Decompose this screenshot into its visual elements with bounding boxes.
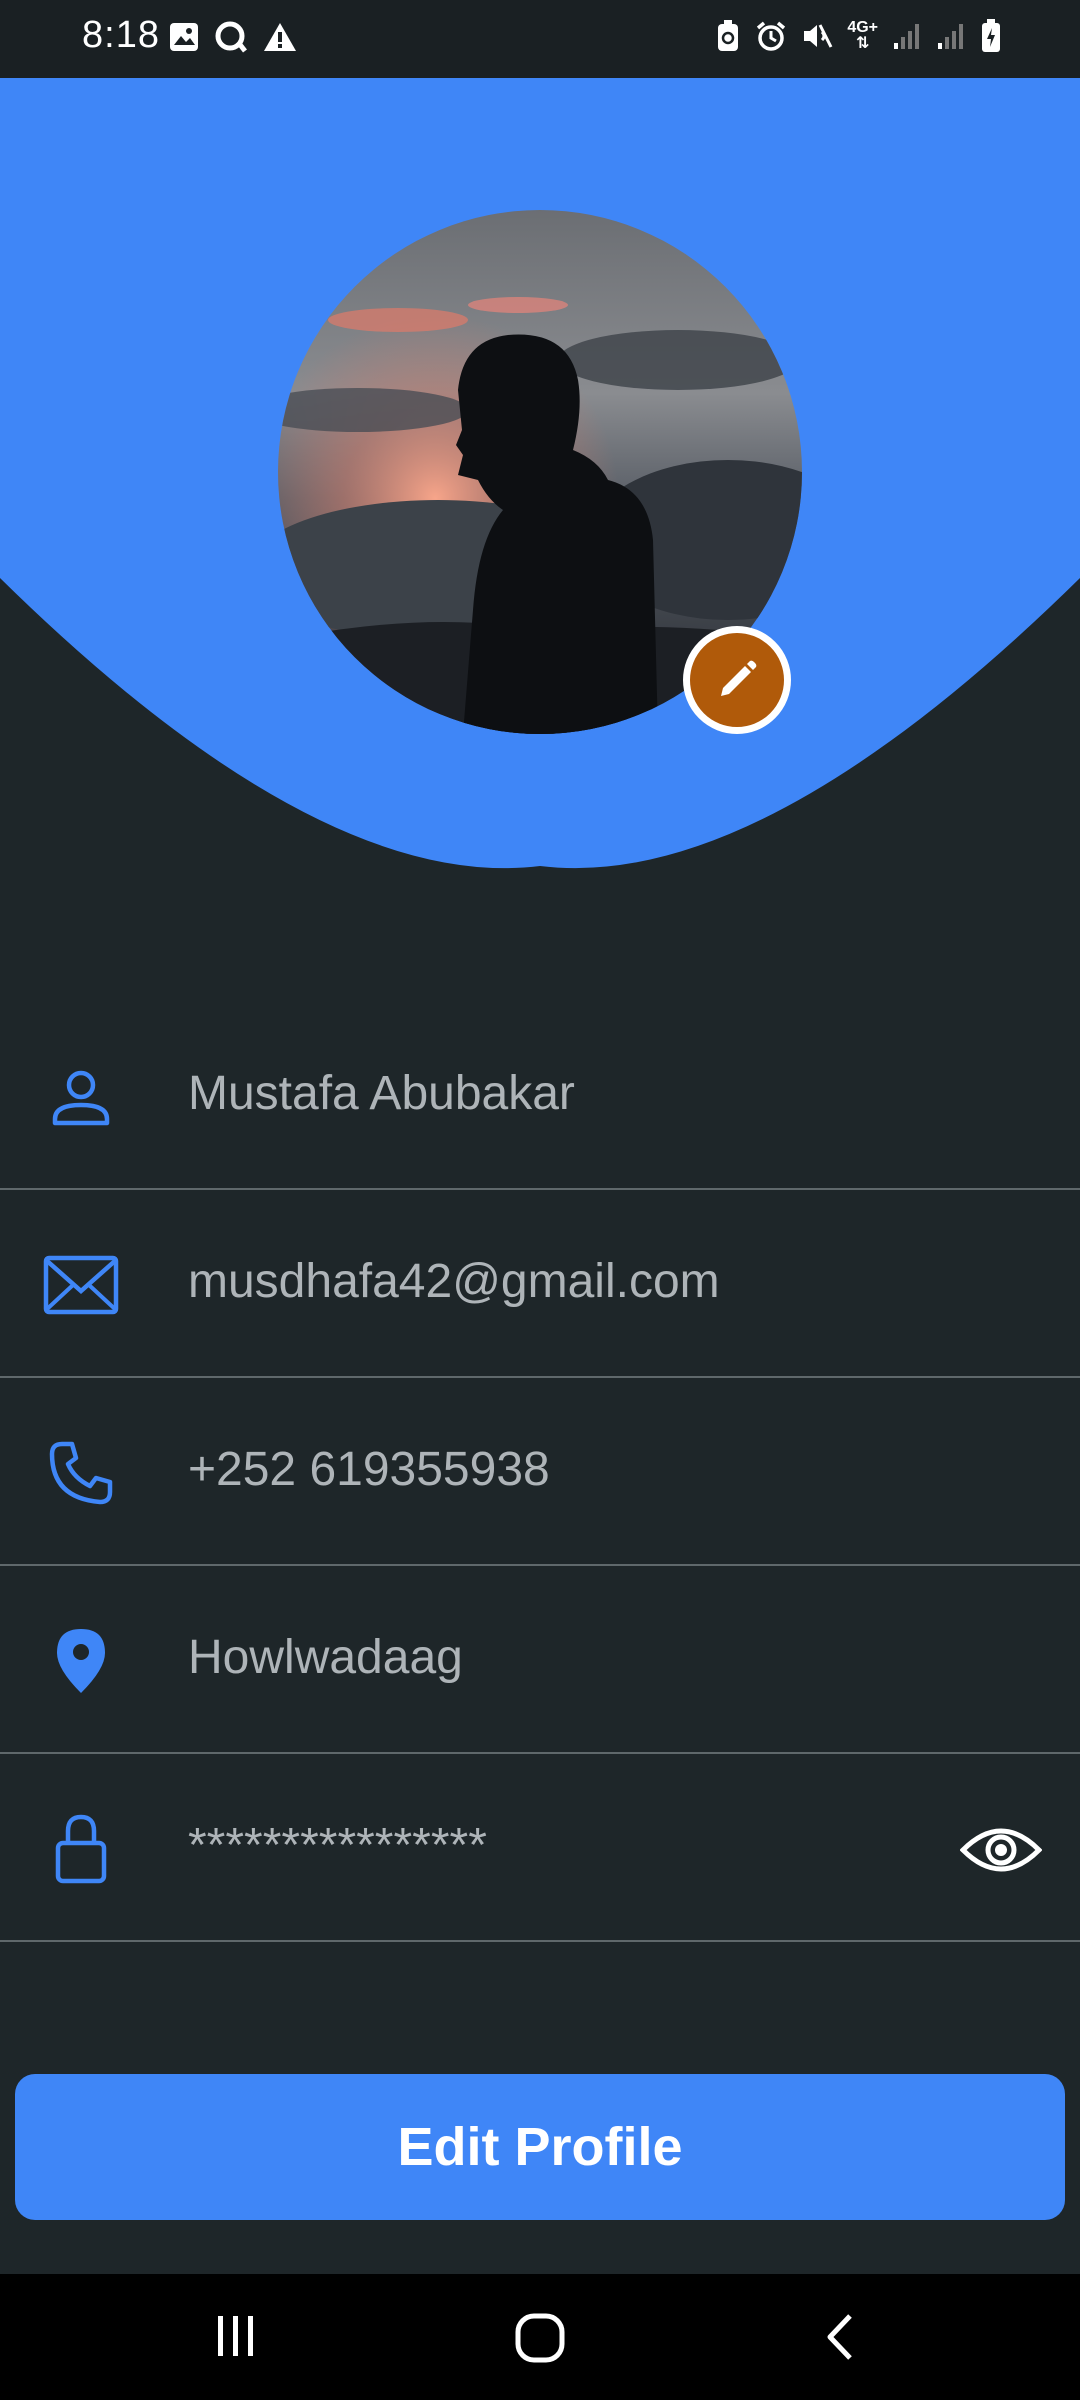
phone-value: +252 619355938 (188, 1443, 550, 1496)
name-value: Mustafa Abubakar (188, 1067, 575, 1120)
password-row[interactable]: **************** (0, 1754, 1080, 1942)
message-icon (215, 21, 247, 53)
phone-icon (40, 1438, 122, 1508)
home-icon (515, 2313, 565, 2363)
system-navigation-bar (0, 2274, 1080, 2400)
battery-saver-icon (718, 20, 739, 51)
edit-avatar-button[interactable] (683, 626, 791, 734)
email-row[interactable]: musdhafa42@gmail.com (0, 1190, 1080, 1378)
signal-icon (938, 24, 963, 49)
toggle-password-visibility[interactable] (959, 1824, 1043, 1881)
network-type-label: 4G+ ⇅ (847, 19, 878, 52)
person-icon (40, 1062, 122, 1132)
recents-button[interactable] (214, 2312, 258, 2365)
warning-icon (264, 23, 296, 51)
signal-icon (894, 24, 919, 49)
location-row[interactable]: Howlwadaag (0, 1566, 1080, 1754)
alarm-icon (757, 21, 786, 51)
edit-profile-button[interactable]: Edit Profile (15, 2074, 1065, 2220)
location-icon (40, 1626, 122, 1696)
mail-icon (40, 1250, 122, 1320)
eye-icon (959, 1828, 1043, 1872)
lock-icon (40, 1814, 122, 1884)
gallery-icon (170, 23, 198, 51)
network-arrows-icon: ⇅ (855, 35, 870, 52)
mute-icon (804, 24, 833, 48)
status-bar: 8:18 4G+ ⇅ (0, 0, 1080, 78)
back-button[interactable] (824, 2312, 856, 2367)
location-value: Howlwadaag (188, 1631, 463, 1684)
profile-info-list: Mustafa Abubakar musdhafa42@gmail.com +2… (0, 1002, 1080, 1942)
password-value: **************** (188, 1819, 487, 1872)
name-row[interactable]: Mustafa Abubakar (0, 1002, 1080, 1190)
status-time: 8:18 (82, 14, 160, 56)
back-icon (827, 2314, 852, 2360)
battery-icon (982, 19, 1000, 52)
recents-icon (218, 2316, 253, 2356)
home-button[interactable] (514, 2312, 566, 2369)
email-value: musdhafa42@gmail.com (188, 1255, 720, 1308)
pencil-icon (721, 660, 757, 696)
phone-row[interactable]: +252 619355938 (0, 1378, 1080, 1566)
